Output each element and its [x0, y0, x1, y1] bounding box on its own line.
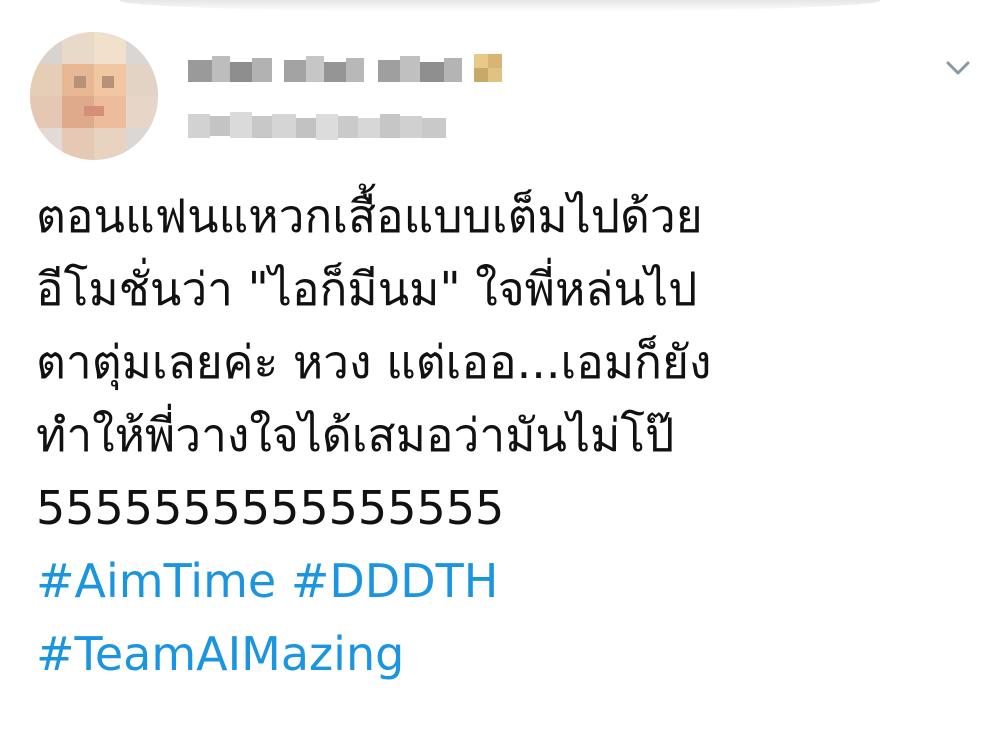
hashtag-aimtime-link[interactable]: #AimTime: [36, 554, 276, 608]
pixelated-avatar-icon: [30, 32, 158, 160]
pixelated-display-name[interactable]: [188, 48, 508, 92]
tweet-line: ตาตุ่มเลยค่ะ หวง แต่เออ...เอมก็ยัง: [36, 335, 712, 389]
chevron-down-icon: [946, 61, 970, 75]
tweet-line: ตอนแฟนแหวกเสื้อแบบเต็มไปด้วย: [36, 189, 703, 243]
hashtag-line: #TeamAIMazing: [36, 618, 976, 691]
tweet-text: ตอนแฟนแหวกเสื้อแบบเต็มไปด้วย อีโมชั่นว่า…: [36, 180, 976, 691]
top-shadow: [120, 0, 880, 12]
hashtag-dddth-link[interactable]: #DDDTH: [291, 554, 499, 608]
hashtag-line: #AimTime #DDDTH: [36, 545, 976, 618]
tweet-line: 5555555555555555: [36, 481, 505, 535]
avatar[interactable]: [30, 32, 158, 160]
pixelated-username[interactable]: [188, 106, 458, 146]
tweet-menu-button[interactable]: [940, 50, 976, 86]
tweet-line: อีโมชั่นว่า "ไอก็มีนม" ใจพี่หล่นไป: [36, 262, 698, 316]
hashtag-teamaimazing-link[interactable]: #TeamAIMazing: [36, 627, 404, 681]
tweet-line: ทำให้พี่วางใจได้เสมอว่ามันไม่โป๊: [36, 408, 675, 462]
